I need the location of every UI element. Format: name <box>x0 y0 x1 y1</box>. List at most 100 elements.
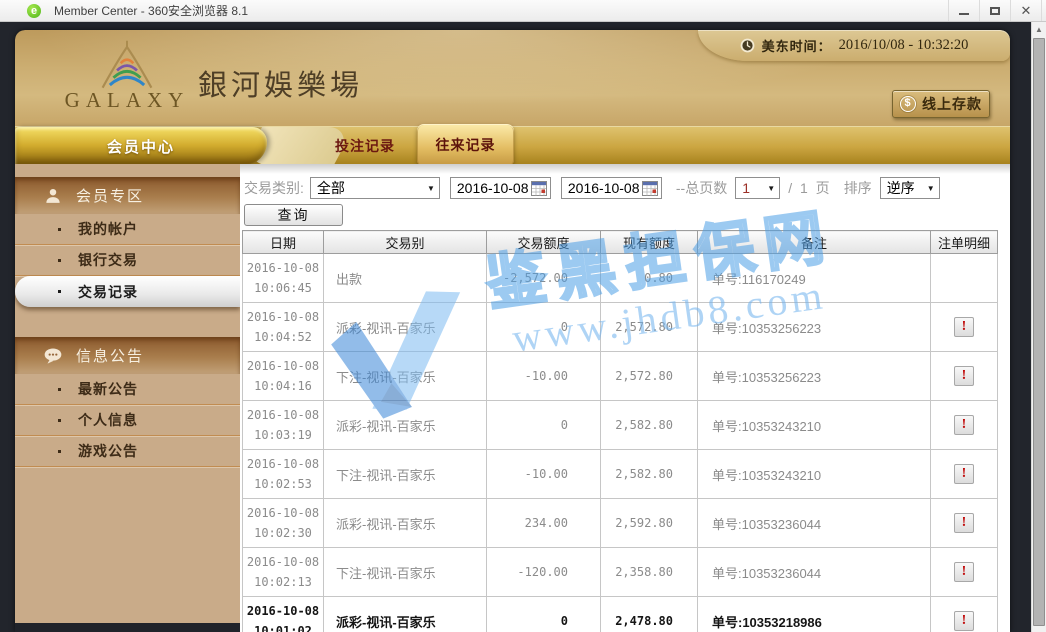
transaction-balance-cell: 2,572.80 <box>601 352 698 401</box>
transaction-remark-cell: 单号:10353256223 <box>698 303 931 352</box>
search-button[interactable]: 查询 <box>244 204 343 226</box>
bullet-icon <box>58 259 61 262</box>
scroll-up-arrow[interactable]: ▲ <box>1032 22 1046 37</box>
member-center-banner: 会员中心 <box>15 127 267 165</box>
transaction-amount-cell: -120.00 <box>487 548 601 597</box>
transaction-detail-cell: ! <box>931 548 998 597</box>
transactions-table: 日期交易别交易额度现有额度备注注单明细 2016-10-0810:06:45出款… <box>242 230 998 632</box>
online-deposit-button[interactable]: $ 线上存款 <box>892 90 990 118</box>
transaction-date: 2016-10-08 <box>243 552 323 572</box>
close-button[interactable]: ✕ <box>1011 0 1042 21</box>
date-to-input[interactable]: 2016-10-08 <box>561 177 662 199</box>
alert-exclamation-icon[interactable]: ! <box>954 611 974 631</box>
bullet-icon <box>58 228 61 231</box>
maximize-button[interactable] <box>980 0 1011 21</box>
transaction-date-cell: 2016-10-0810:03:19 <box>243 401 324 450</box>
transaction-detail-cell: ! <box>931 597 998 632</box>
table-body: 2016-10-0810:06:45出款-2,572.000.80单号:1161… <box>243 254 998 632</box>
transaction-time: 10:01:02 <box>243 621 323 632</box>
transaction-balance-cell: 2,592.80 <box>601 499 698 548</box>
transaction-amount-cell: 0 <box>487 303 601 352</box>
minimize-button[interactable] <box>949 0 980 21</box>
transaction-date-cell: 2016-10-0810:04:16 <box>243 352 324 401</box>
chevron-down-icon: ▼ <box>767 184 775 193</box>
transaction-type-cell: 派彩-视讯-百家乐 <box>324 401 487 450</box>
main-content: 交易类别: 全部 ▼ 2016-10-08 2016-10-08 <box>240 164 1010 632</box>
transaction-type-cell: 派彩-视讯-百家乐 <box>324 597 487 632</box>
sidebar-item-latest-announcements[interactable]: 最新公告 <box>15 374 240 405</box>
sidebar-section-title: 会员专区 <box>76 185 144 206</box>
alert-exclamation-icon[interactable]: ! <box>954 562 974 582</box>
site-title: 銀河娛樂場 <box>198 62 363 104</box>
scrollbar[interactable]: ▲ <box>1031 22 1046 632</box>
bullet-icon <box>58 450 61 453</box>
transaction-type-select[interactable]: 全部 ▼ <box>310 177 440 199</box>
alert-exclamation-icon[interactable]: ! <box>954 317 974 337</box>
sidebar-item-label: 最新公告 <box>78 379 138 399</box>
transaction-amount-cell: -10.00 <box>487 352 601 401</box>
alert-exclamation-icon[interactable]: ! <box>954 513 974 533</box>
tab-betting-records[interactable]: 投注记录 <box>315 127 415 165</box>
transaction-time: 10:03:19 <box>243 425 323 445</box>
bullet-icon <box>58 388 61 391</box>
calendar-icon[interactable] <box>531 181 547 196</box>
transaction-balance-cell: 2,572.80 <box>601 303 698 352</box>
sidebar: 会员专区我的帐户银行交易交易记录信息公告最新公告个人信息游戏公告 <box>15 164 240 623</box>
sidebar-item-label: 交易记录 <box>78 282 138 302</box>
browser-viewport: 美东时间： 2016/10/08 - 10:32:20 GALAXY 銀河娛樂場… <box>0 22 1046 632</box>
sidebar-item-personal-messages[interactable]: 个人信息 <box>15 405 240 436</box>
column-header: 日期 <box>243 231 324 254</box>
window-title: Member Center - 360安全浏览器 8.1 <box>54 2 248 19</box>
date-from-value: 2016-10-08 <box>457 180 529 196</box>
transaction-type-cell: 下注-视讯-百家乐 <box>324 548 487 597</box>
sidebar-section-header: 会员专区 <box>15 177 240 214</box>
transaction-date: 2016-10-08 <box>243 356 323 376</box>
alert-exclamation-icon[interactable]: ! <box>954 415 974 435</box>
date-from-input[interactable]: 2016-10-08 <box>450 177 551 199</box>
transaction-detail-cell: ! <box>931 352 998 401</box>
transaction-amount-cell: 0 <box>487 401 601 450</box>
tab-transaction-history[interactable]: 往来记录 <box>417 124 514 167</box>
alert-exclamation-icon[interactable]: ! <box>954 464 974 484</box>
transaction-amount-cell: -2,572.00 <box>487 254 601 303</box>
transaction-time: 10:04:52 <box>243 327 323 347</box>
transaction-remark-cell: 单号:10353218986 <box>698 597 931 632</box>
chat-icon <box>43 347 63 365</box>
transaction-type-cell: 下注-视讯-百家乐 <box>324 352 487 401</box>
window-controls: ✕ <box>948 0 1042 21</box>
sidebar-item-label: 个人信息 <box>78 410 138 430</box>
transaction-type-cell: 下注-视讯-百家乐 <box>324 450 487 499</box>
site-header: 美东时间： 2016/10/08 - 10:32:20 GALAXY 銀河娛樂場… <box>15 30 1010 126</box>
table-row: 2016-10-0810:04:52派彩-视讯-百家乐02,572.80单号:1… <box>243 303 998 352</box>
transaction-balance-cell: 2,358.80 <box>601 548 698 597</box>
galaxy-wordmark: GALAXY <box>47 88 207 113</box>
deposit-label: 线上存款 <box>922 94 982 114</box>
alert-exclamation-icon[interactable]: ! <box>954 366 974 386</box>
sidebar-item-label: 银行交易 <box>78 250 138 270</box>
transaction-date: 2016-10-08 <box>243 601 323 621</box>
galaxy-logo: GALAXY <box>47 38 207 113</box>
page-body: 会员专区我的帐户银行交易交易记录信息公告最新公告个人信息游戏公告 交易类别: 全… <box>15 164 1010 632</box>
calendar-icon[interactable] <box>642 181 658 196</box>
sort-select-value: 逆序 <box>887 178 915 198</box>
sort-select[interactable]: 逆序 ▼ <box>880 177 940 199</box>
transaction-date: 2016-10-08 <box>243 454 323 474</box>
table-header-row: 日期交易别交易额度现有额度备注注单明细 <box>243 231 998 254</box>
table-row: 2016-10-0810:02:13下注-视讯-百家乐-120.002,358.… <box>243 548 998 597</box>
transaction-date: 2016-10-08 <box>243 307 323 327</box>
member-center-label: 会员中心 <box>107 136 175 157</box>
sidebar-item-game-announcements[interactable]: 游戏公告 <box>15 436 240 467</box>
main-nav: 会员中心 投注记录往来记录 <box>15 126 1010 164</box>
sidebar-item-my-account[interactable]: 我的帐户 <box>15 214 240 245</box>
sort-label: 排序 <box>844 178 872 198</box>
scrollbar-thumb[interactable] <box>1033 38 1045 626</box>
sidebar-item-bank-transactions[interactable]: 银行交易 <box>15 245 240 276</box>
transaction-date-cell: 2016-10-0810:02:13 <box>243 548 324 597</box>
transaction-detail-cell: ! <box>931 401 998 450</box>
sidebar-item-transaction-records[interactable]: 交易记录 <box>15 276 240 307</box>
transaction-date: 2016-10-08 <box>243 503 323 523</box>
column-header: 备注 <box>698 231 931 254</box>
page-select[interactable]: 1 ▼ <box>735 177 780 199</box>
sidebar-section-header: 信息公告 <box>15 337 240 374</box>
transaction-type-label: 交易类别: <box>244 178 304 198</box>
